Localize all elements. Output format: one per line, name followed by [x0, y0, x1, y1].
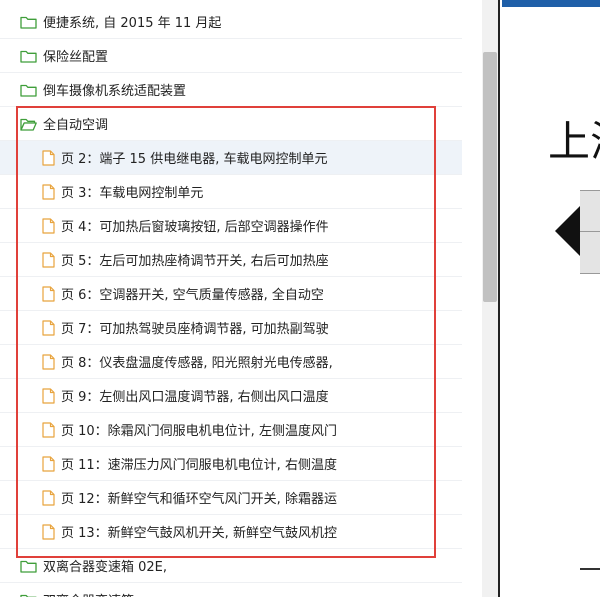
tree-folder-item[interactable]: 便捷系统, 自 2015 年 11 月起 — [0, 5, 462, 39]
tree-page-item[interactable]: 页 12：新鲜空气和循环空气风门开关, 除霜器运 — [0, 481, 462, 515]
folder-icon — [20, 559, 37, 573]
tree-folder-item[interactable]: 全自动空调 — [0, 107, 462, 141]
tree-page-item[interactable]: 页 13：新鲜空气鼓风机开关, 新鲜空气鼓风机控 — [0, 515, 462, 549]
document-heading: 上海 — [548, 117, 600, 166]
folder-icon — [20, 593, 37, 597]
folder-open-icon — [20, 117, 37, 131]
tree-item-label: 双离合器变速箱 — [43, 590, 134, 597]
page-icon — [42, 217, 55, 234]
tree-item-label: 页 13：新鲜空气鼓风机开关, 新鲜空气鼓风机控 — [61, 526, 337, 541]
tree-item-label: 便捷系统, 自 2015 年 11 月起 — [43, 16, 222, 31]
tree-page-item[interactable]: 页 6：空调器开关, 空气质量传感器, 全自动空 — [0, 277, 462, 311]
tree-folder-item[interactable]: 双离合器变速箱 02E, — [0, 549, 462, 583]
page-icon — [42, 285, 55, 302]
page-icon — [42, 319, 55, 336]
page-icon — [42, 251, 55, 268]
tree-page-item[interactable]: 页 4：可加热后窗玻璃按钮, 后部空调器操作件 — [0, 209, 462, 243]
scrollbar-thumb[interactable] — [483, 52, 497, 302]
tree-panel: 便捷系统, 自 2015 年 11 月起 保险丝配置倒车摄像机系统适配装置 全自动空… — [0, 0, 482, 597]
page-icon — [42, 455, 55, 472]
tree-page-item[interactable]: 页 11：速滞压力风门伺服电机电位计, 右侧温度 — [0, 447, 462, 481]
document-preview: 上海 — [498, 0, 600, 597]
tree-page-item[interactable]: 页 5：左后可加热座椅调节开关, 右后可加热座 — [0, 243, 462, 277]
tree-item-label: 页 11：速滞压力风门伺服电机电位计, 右侧温度 — [61, 458, 337, 473]
tree-item-label: 页 10：除霜风门伺服电机电位计, 左侧温度风门 — [61, 424, 337, 439]
page-icon — [42, 489, 55, 506]
arrow-left-icon — [555, 205, 581, 257]
tree-page-item[interactable]: 页 2：端子 15 供电继电器, 车载电网控制单元 — [0, 141, 462, 175]
tree-item-label: 页 2：端子 15 供电继电器, 车载电网控制单元 — [61, 152, 328, 167]
tree-folder-item[interactable]: 双离合器变速箱 — [0, 583, 462, 597]
folder-icon — [20, 15, 37, 29]
folder-icon — [20, 49, 37, 63]
tree-item-label: 双离合器变速箱 02E, — [43, 560, 168, 575]
diagram-block — [580, 190, 600, 274]
tree-page-item[interactable]: 页 9：左侧出风口温度调节器, 右侧出风口温度 — [0, 379, 462, 413]
tree-item-label: 页 4：可加热后窗玻璃按钮, 后部空调器操作件 — [61, 220, 329, 235]
tree-item-label: 页 5：左后可加热座椅调节开关, 右后可加热座 — [61, 254, 329, 269]
page-icon — [42, 183, 55, 200]
page-icon — [42, 387, 55, 404]
folder-icon — [20, 83, 37, 97]
tree-item-label: 页 8：仪表盘温度传感器, 阳光照射光电传感器, — [61, 356, 333, 371]
tree-page-item[interactable]: 页 10：除霜风门伺服电机电位计, 左侧温度风门 — [0, 413, 462, 447]
tree-page-item[interactable]: 页 8：仪表盘温度传感器, 阳光照射光电传感器, — [0, 345, 462, 379]
tree-item-label: 全自动空调 — [43, 118, 109, 133]
tree-page-item[interactable]: 页 7：可加热驾驶员座椅调节器, 可加热副驾驶 — [0, 311, 462, 345]
page-icon — [42, 149, 55, 166]
tree-item-label: 页 3：车载电网控制单元 — [61, 186, 204, 201]
preview-top-strip — [502, 0, 600, 7]
tree-folder-item[interactable]: 保险丝配置 — [0, 39, 462, 73]
tree-item-label: 倒车摄像机系统适配装置 — [43, 84, 187, 99]
diagram-divider — [580, 231, 600, 232]
page-icon — [42, 523, 55, 540]
diagram-bottom-line — [580, 568, 600, 570]
page-icon — [42, 353, 55, 370]
tree-item-label: 页 12：新鲜空气和循环空气风门开关, 除霜器运 — [61, 492, 337, 507]
tree-item-label: 页 9：左侧出风口温度调节器, 右侧出风口温度 — [61, 390, 329, 405]
page-icon — [42, 421, 55, 438]
tree-page-item[interactable]: 页 3：车载电网控制单元 — [0, 175, 462, 209]
tree-item-label: 页 7：可加热驾驶员座椅调节器, 可加热副驾驶 — [61, 322, 329, 337]
tree-item-label: 页 6：空调器开关, 空气质量传感器, 全自动空 — [61, 288, 324, 303]
tree-folder-item[interactable]: 倒车摄像机系统适配装置 — [0, 73, 462, 107]
tree-item-label: 保险丝配置 — [43, 50, 109, 65]
